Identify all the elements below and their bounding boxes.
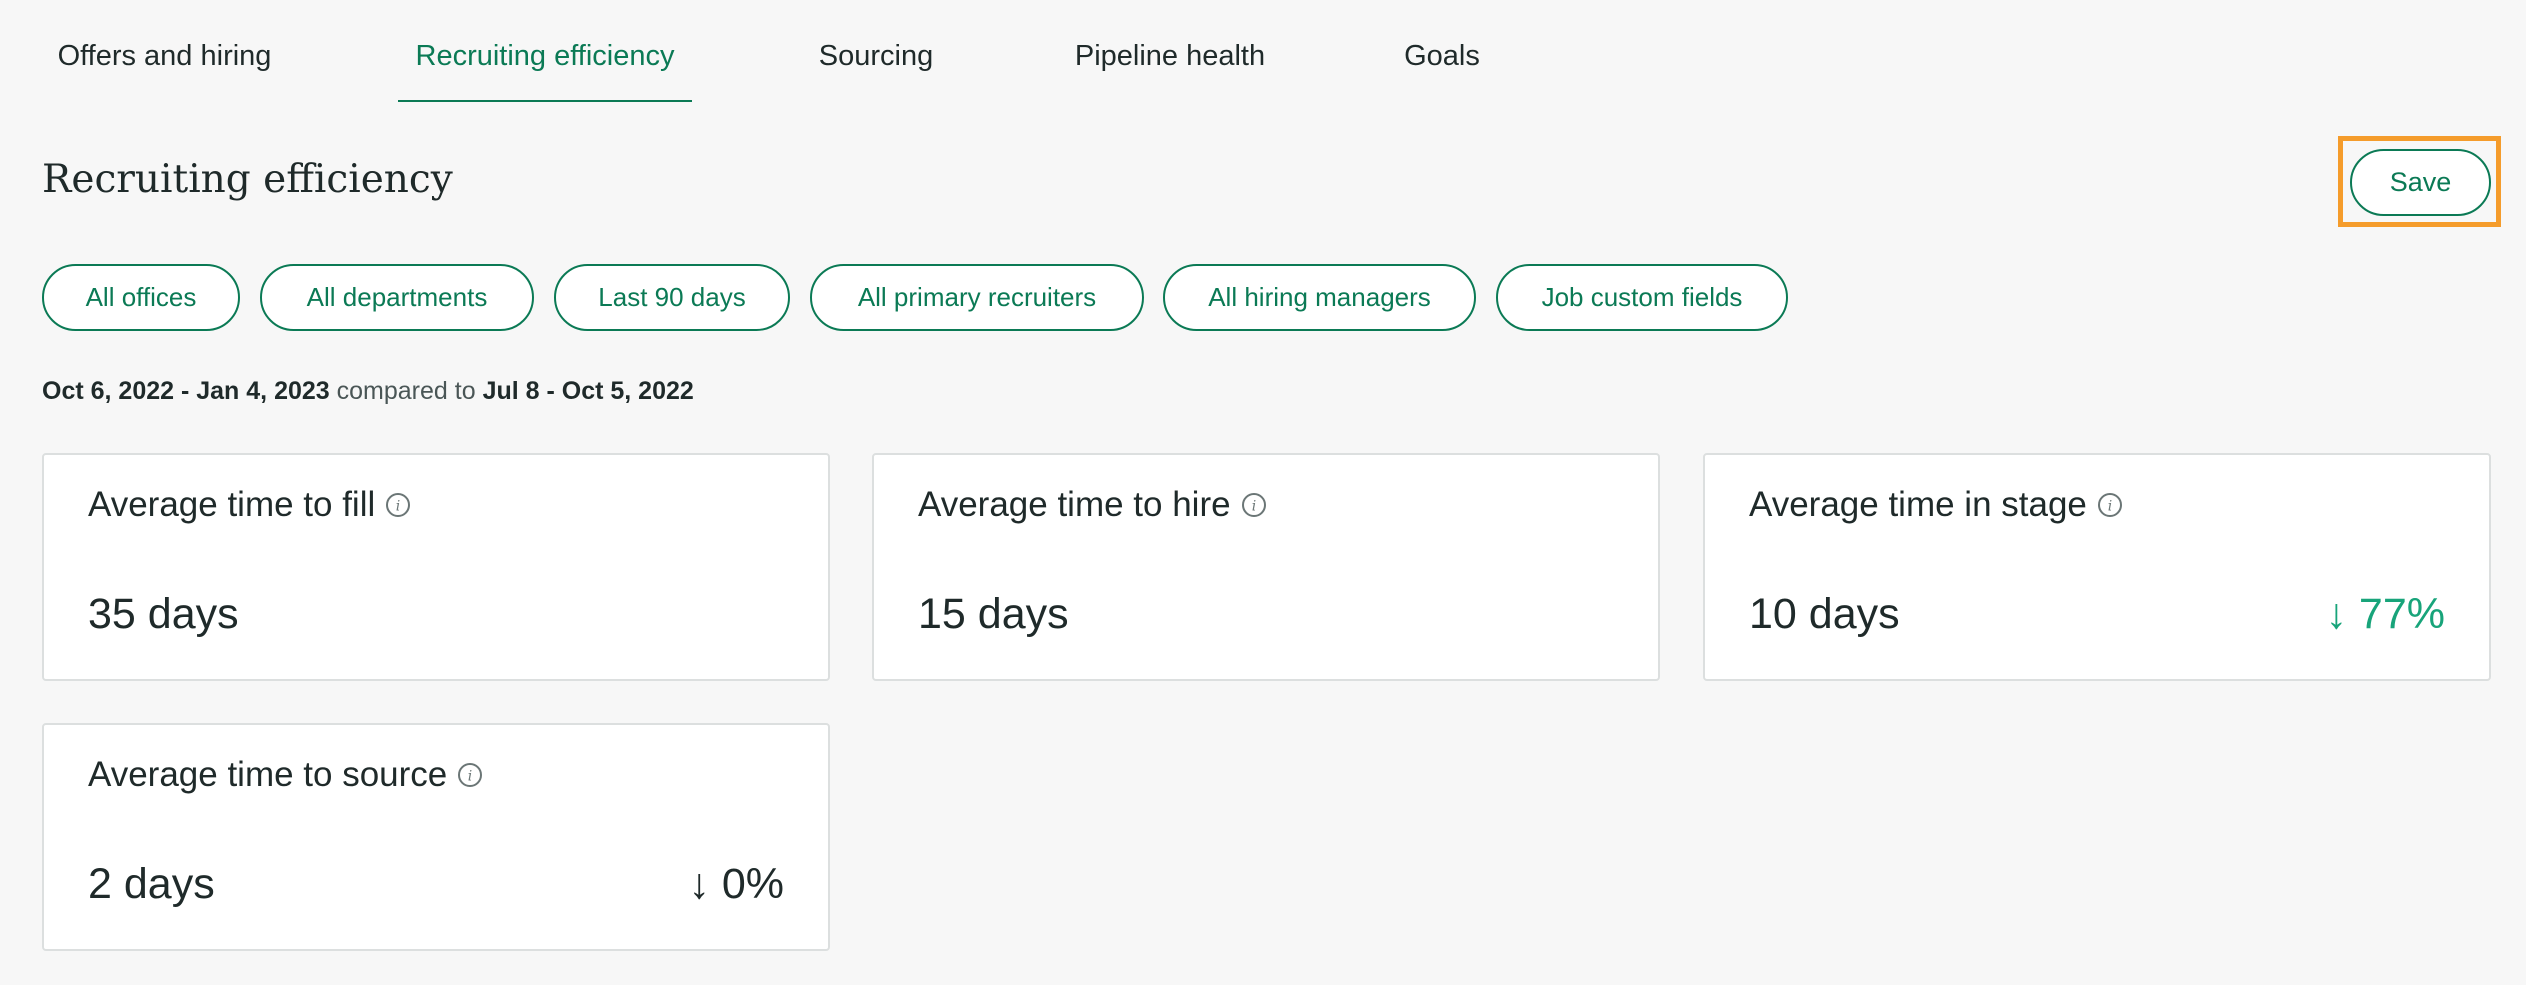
compared-to-label: compared to [336,377,476,405]
metric-change-down: ↓ 77% [2325,590,2445,638]
info-icon[interactable]: i [2097,492,2123,518]
metric-title: Average time in stage i [1749,485,2123,525]
svg-text:i: i [2108,499,2112,515]
metric-title-text: Average time to fill [88,485,376,524]
tab-goals[interactable]: Goals [1392,40,1492,102]
filter-primary-recruiters[interactable]: All primary recruiters [810,264,1144,331]
page-title: Recruiting efficiency [42,157,453,202]
previous-date-range: Jul 8 - Oct 5, 2022 [482,377,694,405]
filter-job-custom-fields[interactable]: Job custom fields [1496,264,1788,331]
metric-card-time-to-fill: Average time to fill i 35 days [42,453,830,681]
tab-offers-and-hiring[interactable]: Offers and hiring [42,40,287,102]
metric-title-text: Average time to source [88,755,448,794]
metric-title: Average time to hire i [918,485,1267,525]
filter-departments[interactable]: All departments [260,264,534,331]
filter-hiring-managers[interactable]: All hiring managers [1163,264,1476,331]
metric-title-text: Average time to hire [918,485,1231,524]
current-date-range: Oct 6, 2022 - Jan 4, 2023 [42,377,330,405]
tab-sourcing[interactable]: Sourcing [808,40,944,102]
save-button[interactable]: Save [2350,149,2491,216]
metric-title: Average time to source i [88,755,483,795]
info-icon[interactable]: i [1241,492,1267,518]
metric-value: 10 days [1749,590,1900,638]
svg-text:i: i [468,769,472,785]
metric-card-time-in-stage: Average time in stage i 10 days ↓ 77% [1703,453,2491,681]
svg-text:i: i [1251,499,1255,515]
info-icon[interactable]: i [385,492,411,518]
tab-recruiting-efficiency[interactable]: Recruiting efficiency [398,40,692,102]
metric-card-time-to-source: Average time to source i 2 days ↓ 0% [42,723,830,951]
info-icon[interactable]: i [457,762,483,788]
metric-value: 35 days [88,590,239,638]
metric-title-text: Average time in stage [1749,485,2087,524]
metric-title: Average time to fill i [88,485,411,525]
metric-value: 2 days [88,860,215,908]
metric-value: 15 days [918,590,1069,638]
metric-card-time-to-hire: Average time to hire i 15 days [872,453,1660,681]
report-tabs: Offers and hiring Recruiting efficiency … [0,0,1600,102]
filter-offices[interactable]: All offices [42,264,240,331]
date-comparison: Oct 6, 2022 - Jan 4, 2023 compared to Ju… [42,377,694,406]
metric-change-down: ↓ 0% [688,860,784,908]
tab-pipeline-health[interactable]: Pipeline health [1060,40,1280,102]
svg-text:i: i [396,499,400,515]
filter-date-range[interactable]: Last 90 days [554,264,790,331]
